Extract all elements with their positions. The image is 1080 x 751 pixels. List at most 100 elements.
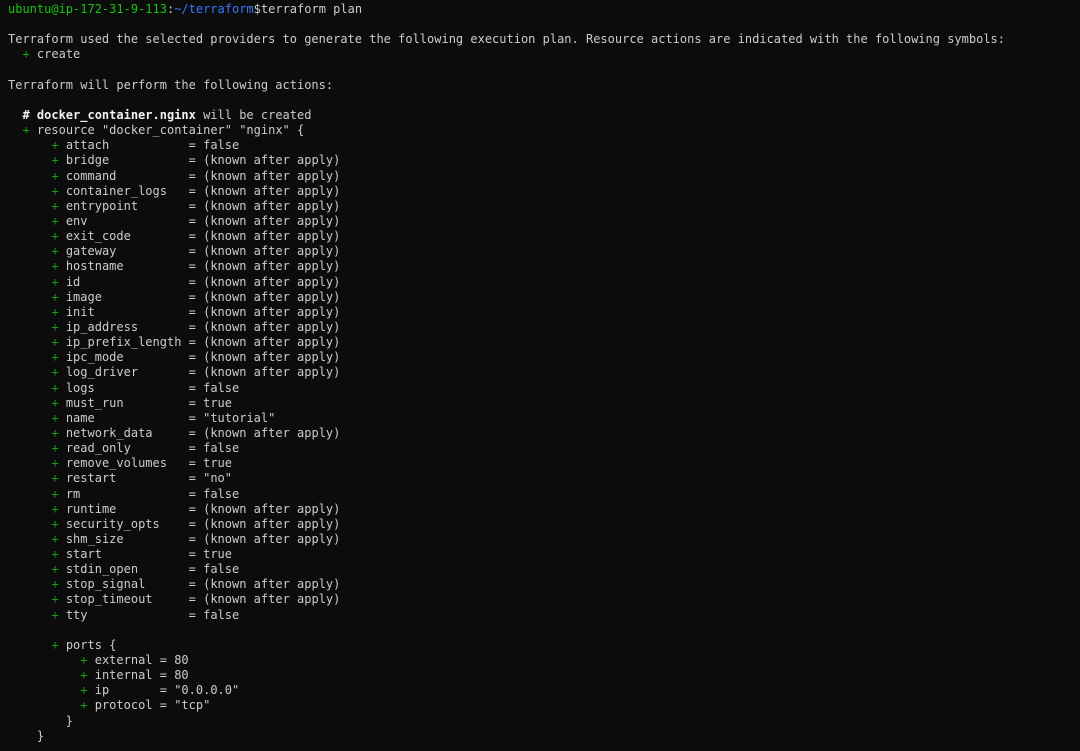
undefined	[8, 714, 66, 728]
undefined	[8, 275, 51, 289]
resource-close-brace: }	[36, 728, 45, 743]
undefined	[8, 381, 51, 395]
undefined: =	[181, 335, 204, 350]
attribute-value: (known after apply)	[203, 183, 341, 198]
attribute-value: "no"	[203, 471, 233, 486]
undefined	[59, 229, 66, 243]
attribute-value: true	[203, 456, 233, 471]
undefined	[8, 668, 80, 682]
prompt-symbol: $	[253, 2, 261, 16]
plus-icon: +	[51, 592, 59, 607]
undefined: =	[166, 456, 204, 471]
attribute-name: hostname	[65, 259, 124, 274]
attribute-value: (known after apply)	[203, 259, 341, 274]
attribute-row: + entrypoint = (known after apply)	[8, 199, 1080, 214]
undefined	[8, 608, 51, 622]
attribute-value: true	[203, 547, 233, 562]
attribute-row: + network_data = (known after apply)	[8, 426, 1080, 441]
undefined	[8, 562, 51, 576]
attribute-row: + read_only = false	[8, 441, 1080, 456]
plus-icon: +	[51, 410, 59, 425]
undefined	[8, 441, 51, 455]
ports-close: }	[8, 714, 1080, 729]
undefined	[59, 244, 66, 258]
prompt-path: ~/terraform	[174, 2, 254, 16]
attribute-row: + stop_timeout = (known after apply)	[8, 592, 1080, 607]
resource-comment: # docker_container.nginx will be created	[8, 108, 1080, 123]
attribute-name: bridge	[65, 153, 110, 168]
ports-attribute-row: + external = 80	[8, 653, 1080, 668]
attribute-value: (known after apply)	[203, 592, 341, 607]
undefined	[59, 259, 66, 273]
undefined: =	[123, 350, 204, 365]
undefined	[59, 169, 66, 183]
attribute-name: ip	[94, 683, 110, 698]
undefined	[8, 411, 51, 425]
attribute-name: command	[65, 168, 117, 183]
undefined	[8, 184, 51, 198]
attribute-value: (known after apply)	[203, 531, 341, 546]
plus-icon: +	[51, 562, 59, 577]
attribute-row: + shm_size = (known after apply)	[8, 532, 1080, 547]
attribute-value: (known after apply)	[203, 168, 341, 183]
attribute-row: + stop_signal = (known after apply)	[8, 577, 1080, 592]
terminal-output: ubuntu@ip-172-31-9-113:~/terraform$terra…	[0, 0, 1080, 744]
undefined	[8, 502, 51, 516]
attribute-row: + command = (known after apply)	[8, 169, 1080, 184]
attribute-name: image	[65, 289, 102, 304]
ports-close-brace: }	[65, 713, 74, 728]
plus-icon: +	[51, 274, 59, 289]
undefined	[59, 638, 66, 652]
attribute-name: env	[65, 213, 88, 228]
plus-icon: +	[51, 516, 59, 531]
undefined	[8, 487, 51, 501]
attribute-value: (known after apply)	[203, 425, 341, 440]
undefined	[8, 350, 51, 364]
undefined: =	[101, 289, 204, 304]
attribute-value: (known after apply)	[203, 501, 341, 516]
resource-comment-text: # docker_container.nginx	[22, 107, 196, 122]
ports-attribute-row: + protocol = "tcp"	[8, 698, 1080, 713]
undefined	[8, 214, 51, 228]
attribute-name: read_only	[65, 441, 131, 456]
attribute-row: + tty = false	[8, 608, 1080, 623]
resource-close: }	[8, 729, 1080, 744]
ports-header: + ports {	[8, 638, 1080, 653]
attribute-row: + restart = "no"	[8, 471, 1080, 486]
undefined	[8, 456, 51, 470]
undefined	[59, 381, 66, 395]
resource-header-text: resource "docker_container" "nginx" {	[36, 123, 305, 138]
legend-line: + create	[8, 47, 1080, 62]
plus-icon: +	[51, 319, 59, 334]
attribute-value: false	[203, 486, 240, 501]
attribute-row: + attach = false	[8, 138, 1080, 153]
undefined	[8, 199, 51, 213]
attribute-name: network_data	[65, 425, 153, 440]
attribute-name: tty	[65, 607, 88, 622]
plus-icon: +	[51, 425, 59, 440]
undefined	[30, 47, 37, 61]
prompt-user-host: ubuntu@ip-172-31-9-113	[8, 2, 167, 16]
undefined: =	[80, 486, 204, 501]
prompt-command: terraform plan	[260, 2, 363, 16]
undefined: =	[116, 244, 204, 259]
undefined	[59, 199, 66, 213]
attribute-name: internal	[94, 668, 153, 683]
undefined: =	[116, 501, 204, 516]
attribute-row: + rm = false	[8, 487, 1080, 502]
attribute-row: + gateway = (known after apply)	[8, 244, 1080, 259]
attribute-value: "0.0.0.0"	[174, 683, 240, 698]
attribute-name: external	[94, 653, 153, 668]
attribute-row: + hostname = (known after apply)	[8, 259, 1080, 274]
undefined	[59, 592, 66, 606]
undefined: =	[109, 138, 204, 153]
attribute-name: start	[65, 547, 102, 562]
legend-label: create	[36, 47, 81, 62]
attribute-name: logs	[65, 380, 95, 395]
undefined: =	[101, 547, 204, 562]
plus-icon: +	[51, 577, 59, 592]
plus-icon: +	[51, 350, 59, 365]
attribute-value: (known after apply)	[203, 289, 341, 304]
plus-icon: +	[51, 198, 59, 213]
